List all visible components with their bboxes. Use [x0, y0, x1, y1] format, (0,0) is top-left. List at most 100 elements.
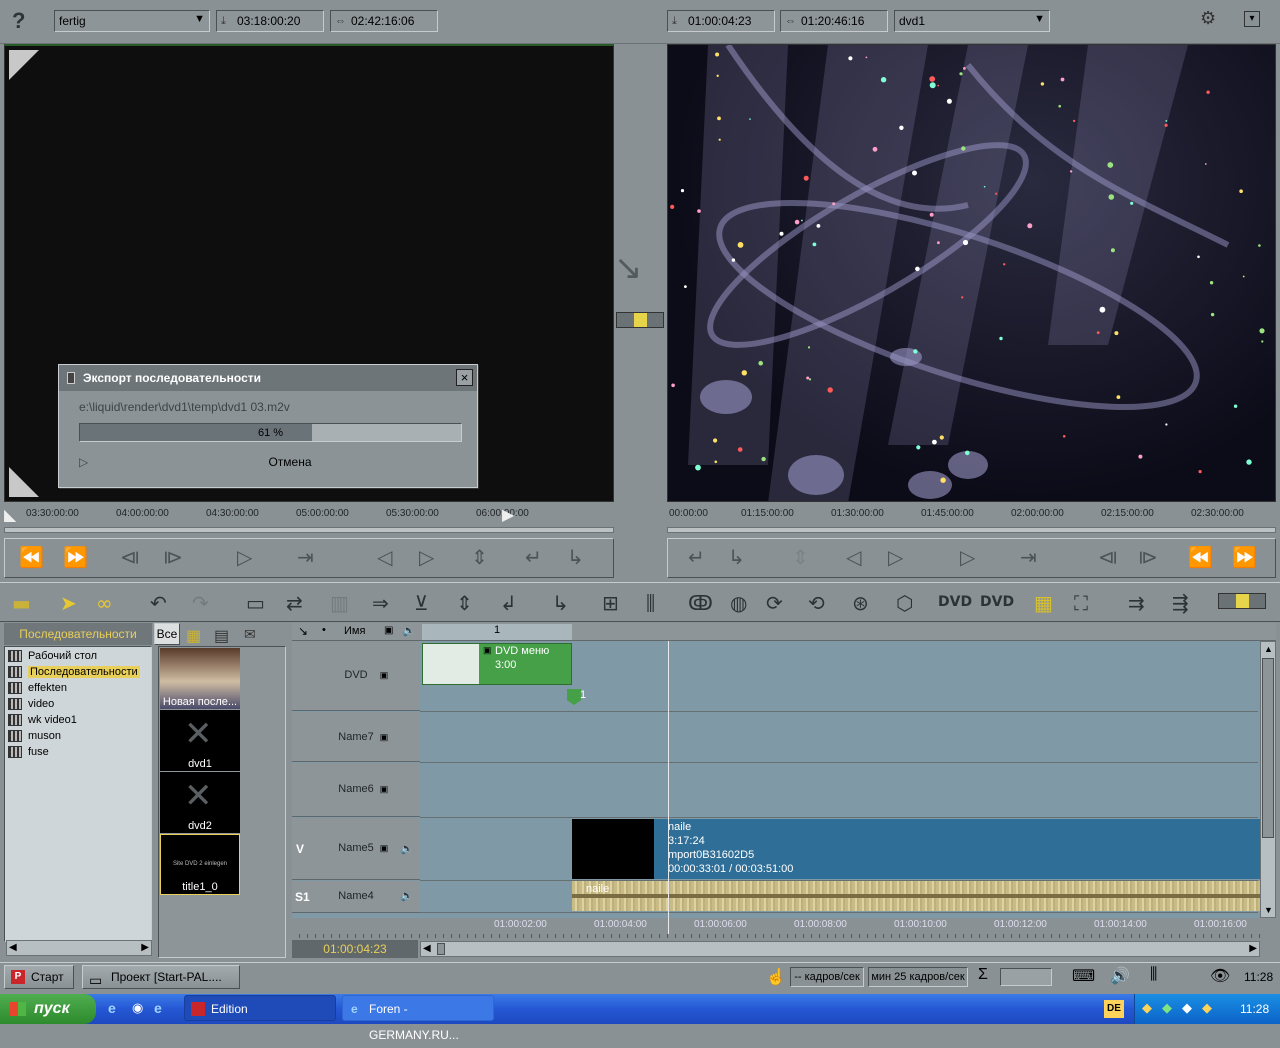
record-in-timecode[interactable]: ⤓ 01:00:04:23 — [667, 10, 775, 32]
fit-icon[interactable]: ⊞ — [602, 591, 619, 615]
pointer-icon[interactable]: ➤ — [60, 591, 77, 615]
edit-out-icon[interactable]: ↳ — [552, 591, 569, 615]
tree-item-video[interactable]: video — [8, 696, 54, 712]
tree-item-fuse[interactable]: fuse — [8, 744, 49, 760]
track-header-name7[interactable]: Name7 ▣ — [292, 712, 420, 762]
windows-start-button[interactable]: пуск — [0, 994, 96, 1024]
mark-out-icon[interactable]: ▷ — [419, 545, 434, 569]
go-out-icon[interactable]: ↳ — [567, 545, 584, 569]
trash-icon[interactable]: ▥ — [330, 591, 349, 615]
layout-switch-icon[interactable] — [1218, 593, 1266, 609]
mark-out-icon[interactable]: ▷ — [888, 545, 903, 569]
mail-icon[interactable]: ✉ — [244, 626, 256, 643]
tree-item-muson[interactable]: muson — [8, 728, 61, 744]
sequence-thumb-title[interactable]: Site DVD 2 einlegen title1_0 — [160, 834, 240, 895]
track-header-dvd[interactable]: DVD ▣ — [292, 641, 420, 711]
export-all-icon[interactable]: ⇶ — [1172, 591, 1189, 615]
go-out-icon[interactable]: ↳ — [728, 545, 745, 569]
scroll-thumb[interactable] — [437, 943, 445, 955]
out-marker-icon[interactable]: ▶ — [502, 505, 514, 525]
film-reel-icon[interactable]: ⊛ — [852, 591, 869, 615]
speaker-icon[interactable]: 🔈 — [400, 842, 414, 855]
task-edition[interactable]: Edition — [184, 995, 336, 1021]
video-clip[interactable]: naile 3:17:24 mport0B31602D5 00:00:33:01… — [572, 819, 1260, 879]
eye-icon[interactable]: 👁 — [1210, 966, 1230, 986]
lift-icon[interactable]: ⇄ — [286, 591, 303, 615]
mark-in-icon[interactable]: ◁ — [846, 545, 861, 569]
help-icon[interactable]: ? — [12, 8, 25, 34]
render-icon[interactable]: ⟳ — [766, 591, 783, 615]
scroll-left-icon[interactable]: ◀ — [423, 943, 431, 954]
sequence-thumb-dvd1[interactable]: ✕ dvd1 — [160, 710, 240, 771]
link-icon[interactable]: ∞ — [96, 591, 113, 615]
rewind-icon[interactable]: ⏪ — [19, 545, 44, 569]
close-icon[interactable]: × — [456, 369, 473, 386]
monitor-icon[interactable]: ▣ — [377, 732, 391, 744]
track-header-name5[interactable]: V Name5 ▣ 🔈 — [292, 818, 420, 880]
sequence-thumb-dvd2[interactable]: ✕ dvd2 — [160, 772, 240, 833]
split-icon[interactable]: ⇕ — [456, 591, 473, 615]
timeline-arrow-icon[interactable]: ↘ — [298, 624, 308, 638]
keyboard-icon[interactable]: ⌨ — [1072, 966, 1095, 986]
playhead[interactable] — [668, 641, 669, 938]
start-button-app[interactable]: P Старт — [4, 965, 74, 989]
monitor-icon[interactable]: ▣ — [377, 784, 391, 796]
timeline-hscrollbar[interactable]: ◀ ▶ — [420, 941, 1260, 957]
source-dropdown[interactable]: fertig ▼ — [54, 10, 210, 32]
scroll-down-icon[interactable]: ▼ — [1264, 905, 1273, 915]
tab-all[interactable]: Все — [154, 623, 180, 645]
scroll-left-icon[interactable]: ◀ — [9, 942, 17, 953]
cg-icon[interactable]: ↂ — [688, 591, 713, 615]
play-icon[interactable]: ▷ — [960, 545, 975, 569]
jump-end-icon[interactable]: ⇥ — [1020, 545, 1037, 569]
mixer-icon[interactable]: ⫼ — [1150, 966, 1157, 984]
render-all-icon[interactable]: ⟲ — [808, 591, 825, 615]
track-lane-name6[interactable] — [420, 763, 1258, 818]
fullscreen-icon[interactable]: ⛶ — [1074, 591, 1088, 615]
razor-icon[interactable]: ▭ — [246, 591, 265, 615]
language-indicator[interactable]: DE — [1104, 1000, 1124, 1018]
sequence-thumb-new[interactable]: Новая после... — [160, 648, 240, 709]
cube-icon[interactable]: ⬡ — [896, 591, 913, 615]
timeline-ruler[interactable]: 01:00:02:00 01:00:04:00 01:00:06:00 01:0… — [292, 918, 1260, 940]
tree-hscrollbar[interactable]: ◀ ▶ — [6, 940, 152, 956]
dvd-burn-icon[interactable]: DVD — [980, 594, 1014, 610]
cancel-button[interactable]: Отмена — [255, 455, 325, 469]
extract-icon[interactable]: ⇒ — [372, 591, 389, 615]
record-duration-timecode[interactable]: ⇔ 01:20:46:16 — [780, 10, 888, 32]
transfer-arrow-icon[interactable]: ↘ — [614, 248, 643, 288]
tray-icon[interactable]: ◆ — [1142, 1000, 1152, 1016]
tree-item-desktop[interactable]: Рабочий стол — [8, 648, 97, 664]
thumbnail-view-icon[interactable]: ▦ — [186, 626, 201, 646]
go-in-icon[interactable]: ↵ — [688, 545, 705, 569]
rewind-icon[interactable]: ⏪ — [1188, 545, 1213, 569]
mark-in-icon[interactable]: ◁ — [377, 545, 392, 569]
tree-item-sequences[interactable]: Последовательности — [8, 664, 140, 680]
layout-icon[interactable] — [616, 312, 664, 328]
trim-icon[interactable]: ⊻ — [414, 591, 429, 615]
track-lane-name7[interactable] — [420, 712, 1258, 763]
fast-forward-icon[interactable]: ⏩ — [63, 545, 88, 569]
speaker-icon[interactable]: 🔈 — [400, 889, 414, 902]
task-foren[interactable]: e Foren - GERMANY.RU... — [342, 995, 494, 1042]
project-button[interactable]: ▭ Проект [Start-PAL.... — [82, 965, 240, 989]
tree-item-wk-video1[interactable]: wk video1 — [8, 712, 77, 728]
tray-icon[interactable]: ◆ — [1202, 1000, 1212, 1016]
jump-end-icon[interactable]: ⇥ — [297, 545, 314, 569]
tray-icon[interactable]: ◆ — [1182, 1000, 1192, 1016]
source-ruler[interactable]: 03:30:00:00 04:00:00:00 04:30:00:00 05:0… — [4, 505, 614, 533]
insert-icon[interactable]: ⇕ — [471, 545, 488, 569]
insert-icon[interactable]: ⇕ — [792, 545, 809, 569]
play-icon[interactable]: ▷ — [237, 545, 252, 569]
audio-clip[interactable]: naile — [572, 881, 1260, 911]
browser-icon[interactable]: e — [154, 1000, 162, 1016]
undo-icon[interactable]: ↶ — [150, 591, 167, 615]
ie-icon[interactable]: e — [108, 1000, 116, 1016]
dvd-menu-clip[interactable]: ▣ DVD меню 3:00 — [422, 643, 572, 685]
scroll-right-icon[interactable]: ▶ — [141, 942, 149, 953]
media-player-icon[interactable]: ◉ — [132, 1000, 143, 1016]
scroll-up-icon[interactable]: ▲ — [1264, 644, 1273, 654]
hand-icon[interactable]: ☝ — [766, 967, 786, 987]
scroll-right-icon[interactable]: ▶ — [1249, 943, 1257, 954]
minimize-icon[interactable]: ▾ — [1244, 11, 1260, 27]
